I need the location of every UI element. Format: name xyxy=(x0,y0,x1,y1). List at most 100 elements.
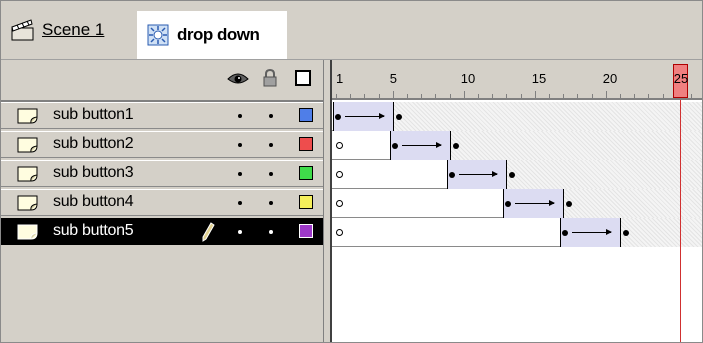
lock-dot[interactable] xyxy=(269,230,273,234)
ruler-label: 5 xyxy=(389,71,398,86)
ruler-label: 1 xyxy=(336,71,344,86)
ruler-tick xyxy=(364,94,366,98)
tween-arrow xyxy=(401,142,442,148)
ruler-tick xyxy=(691,94,692,98)
visibility-dot[interactable] xyxy=(238,143,242,147)
ruler-tick xyxy=(478,94,479,98)
keyframe[interactable] xyxy=(391,143,398,149)
current-frame-label: 25 xyxy=(673,71,689,86)
lock-dot[interactable] xyxy=(269,201,273,205)
visibility-dot[interactable] xyxy=(238,172,242,176)
ruler-tick xyxy=(648,94,650,98)
ruler-tick xyxy=(435,94,437,98)
keyframe[interactable] xyxy=(395,114,402,120)
tween-arrow xyxy=(458,171,499,177)
tween-arrow xyxy=(515,200,555,206)
layer-name[interactable]: sub button2 xyxy=(53,135,134,153)
tween-arrow xyxy=(572,229,612,235)
blank-keyframe[interactable] xyxy=(336,229,343,236)
static-frames[interactable] xyxy=(621,218,702,247)
frame-ruler[interactable]: 1 5 10 15 20 25 xyxy=(332,60,702,100)
symbol-breadcrumb[interactable]: drop down xyxy=(137,11,287,59)
blank-keyframe[interactable] xyxy=(336,171,343,178)
ruler-tick xyxy=(534,91,536,98)
visibility-dot[interactable] xyxy=(238,230,242,234)
ruler-tick xyxy=(591,94,593,98)
layer-row[interactable]: sub button3 xyxy=(1,160,323,187)
outline-color-swatch[interactable] xyxy=(299,137,313,151)
keyframe[interactable] xyxy=(335,114,341,120)
scene-label[interactable]: Scene 1 xyxy=(42,20,104,40)
lock-dot[interactable] xyxy=(269,114,273,118)
visibility-dot[interactable] xyxy=(238,114,242,118)
ruler-tick xyxy=(336,94,337,98)
layer-name[interactable]: sub button1 xyxy=(53,106,134,124)
eye-icon[interactable] xyxy=(227,71,249,87)
ruler-label: 15 xyxy=(531,71,547,86)
layer-row[interactable]: sub button4 xyxy=(1,189,323,216)
symbol-label[interactable]: drop down xyxy=(177,25,260,45)
ruler-label: 20 xyxy=(602,71,618,86)
outline-square-icon[interactable] xyxy=(295,70,311,86)
scene-breadcrumb[interactable]: Scene 1 xyxy=(11,19,104,41)
timeline-window: Scene 1 drop down sub button1 sub button… xyxy=(0,0,703,343)
layer-row[interactable]: sub button2 xyxy=(1,131,323,158)
ruler-tick xyxy=(350,94,352,98)
ruler-tick xyxy=(520,94,522,98)
layer-page-icon xyxy=(17,224,38,240)
layer-page-icon xyxy=(17,137,38,153)
layer-header xyxy=(1,60,323,102)
outline-color-swatch[interactable] xyxy=(299,195,313,209)
timeline-frames: 1 5 10 15 20 25 xyxy=(332,60,702,342)
outline-color-swatch[interactable] xyxy=(299,224,313,238)
ruler-tick xyxy=(421,94,423,98)
lock-icon[interactable] xyxy=(263,69,277,87)
ruler-label: 10 xyxy=(460,71,476,86)
keyframe[interactable] xyxy=(623,230,629,236)
pencil-icon xyxy=(202,222,215,242)
layer-panel: sub button1 sub button2 sub button3 sub but… xyxy=(1,60,323,342)
layer-track[interactable] xyxy=(332,131,702,160)
layer-track[interactable] xyxy=(332,102,702,131)
layer-page-icon xyxy=(17,166,38,182)
layer-row[interactable]: sub button5 xyxy=(1,218,323,245)
layer-name[interactable]: sub button4 xyxy=(53,193,134,211)
layer-name[interactable]: sub button5 xyxy=(53,222,134,240)
static-frames[interactable] xyxy=(393,102,702,131)
ruler-tick xyxy=(662,94,664,98)
static-frames[interactable] xyxy=(564,189,702,218)
button-symbol-icon xyxy=(147,24,169,46)
ruler-tick xyxy=(549,94,550,98)
ruler-tick xyxy=(605,91,607,98)
visibility-dot[interactable] xyxy=(238,201,242,205)
layer-track[interactable] xyxy=(332,218,702,247)
panel-splitter[interactable] xyxy=(323,60,332,342)
outline-color-swatch[interactable] xyxy=(299,166,313,180)
playhead-line xyxy=(679,100,681,342)
layer-name[interactable]: sub button3 xyxy=(53,164,134,182)
static-frames[interactable] xyxy=(450,131,702,160)
keyframe[interactable] xyxy=(448,172,455,178)
ruler-tick xyxy=(620,94,621,98)
blank-keyframe[interactable] xyxy=(336,142,343,149)
layer-track[interactable] xyxy=(332,189,702,218)
clapperboard-icon xyxy=(11,19,34,41)
keyframe[interactable] xyxy=(452,143,459,149)
ruler-tick xyxy=(634,94,636,98)
layer-row[interactable]: sub button1 xyxy=(1,102,323,129)
lock-dot[interactable] xyxy=(269,172,273,176)
blank-keyframe[interactable] xyxy=(336,200,343,207)
ruler-tick xyxy=(506,94,508,98)
ruler-tick xyxy=(463,91,465,98)
layer-page-icon xyxy=(17,108,38,124)
ruler-tick xyxy=(407,94,408,98)
ruler-tick xyxy=(392,91,394,98)
lock-dot[interactable] xyxy=(269,143,273,147)
ruler-tick xyxy=(492,94,494,98)
outline-color-swatch[interactable] xyxy=(299,108,313,122)
layer-page-icon xyxy=(17,195,38,211)
static-frames[interactable] xyxy=(507,160,702,189)
tween-arrow xyxy=(345,113,385,119)
ruler-tick xyxy=(563,94,565,98)
layer-track[interactable] xyxy=(332,160,702,189)
